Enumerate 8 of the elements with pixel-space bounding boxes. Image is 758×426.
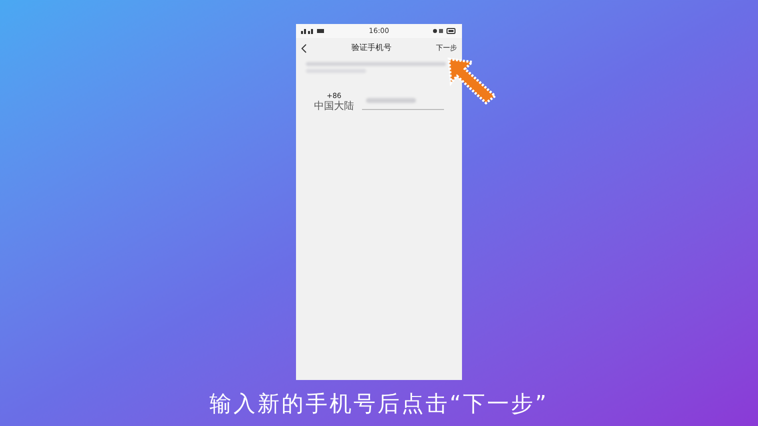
pointer-arrow-icon xyxy=(446,56,498,106)
signal-icon xyxy=(301,28,325,34)
blurred-text xyxy=(366,98,416,104)
battery-icon xyxy=(433,28,457,34)
page-title: 验证手机号 xyxy=(352,42,392,54)
back-icon[interactable] xyxy=(301,44,307,52)
region-label: 中国大陆 xyxy=(314,102,354,112)
video-caption: 输入新的手机号后点击“下一步” xyxy=(210,391,548,419)
